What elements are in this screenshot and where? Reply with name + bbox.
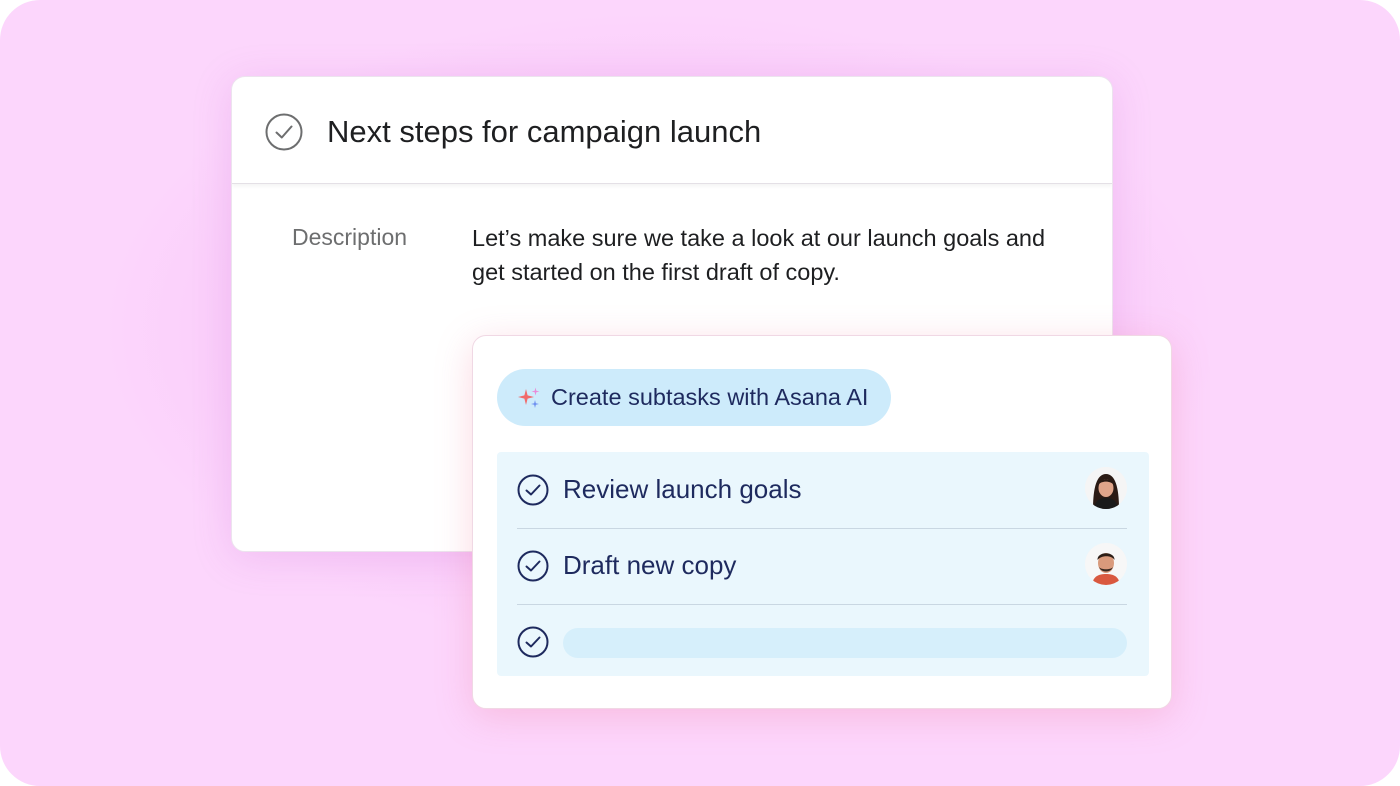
background-stage: Next steps for campaign launch Descripti… xyxy=(0,0,1400,786)
task-title[interactable]: Next steps for campaign launch xyxy=(327,113,761,151)
check-circle-icon[interactable] xyxy=(517,474,549,506)
subtask-label[interactable]: Draft new copy xyxy=(563,549,736,581)
check-circle-icon[interactable] xyxy=(517,550,549,582)
task-header: Next steps for campaign launch xyxy=(232,77,1112,184)
subtask-loading-placeholder xyxy=(563,628,1127,658)
sparkle-icon xyxy=(518,387,540,408)
ai-subtasks-card: Create subtasks with Asana AI Review lau… xyxy=(472,335,1172,709)
avatar-man-icon xyxy=(1085,543,1127,585)
subtask-label[interactable]: Review launch goals xyxy=(563,473,801,505)
subtask-row-placeholder[interactable] xyxy=(517,604,1127,680)
subtask-row[interactable]: Draft new copy xyxy=(517,528,1127,605)
assignee-avatar[interactable] xyxy=(1085,467,1127,509)
assignee-avatar[interactable] xyxy=(1085,543,1127,585)
subtask-row[interactable]: Review launch goals xyxy=(517,452,1127,529)
avatar-woman-icon xyxy=(1085,467,1127,509)
create-subtasks-ai-button[interactable]: Create subtasks with Asana AI xyxy=(497,369,892,426)
check-circle-icon[interactable] xyxy=(265,113,303,151)
create-subtasks-label: Create subtasks with Asana AI xyxy=(551,384,869,410)
description-label: Description xyxy=(292,224,408,250)
subtask-list: Review launch goals Draft new copy xyxy=(497,452,1149,676)
description-text[interactable]: Let’s make sure we take a look at our la… xyxy=(472,221,1072,289)
check-circle-icon[interactable] xyxy=(517,626,549,658)
